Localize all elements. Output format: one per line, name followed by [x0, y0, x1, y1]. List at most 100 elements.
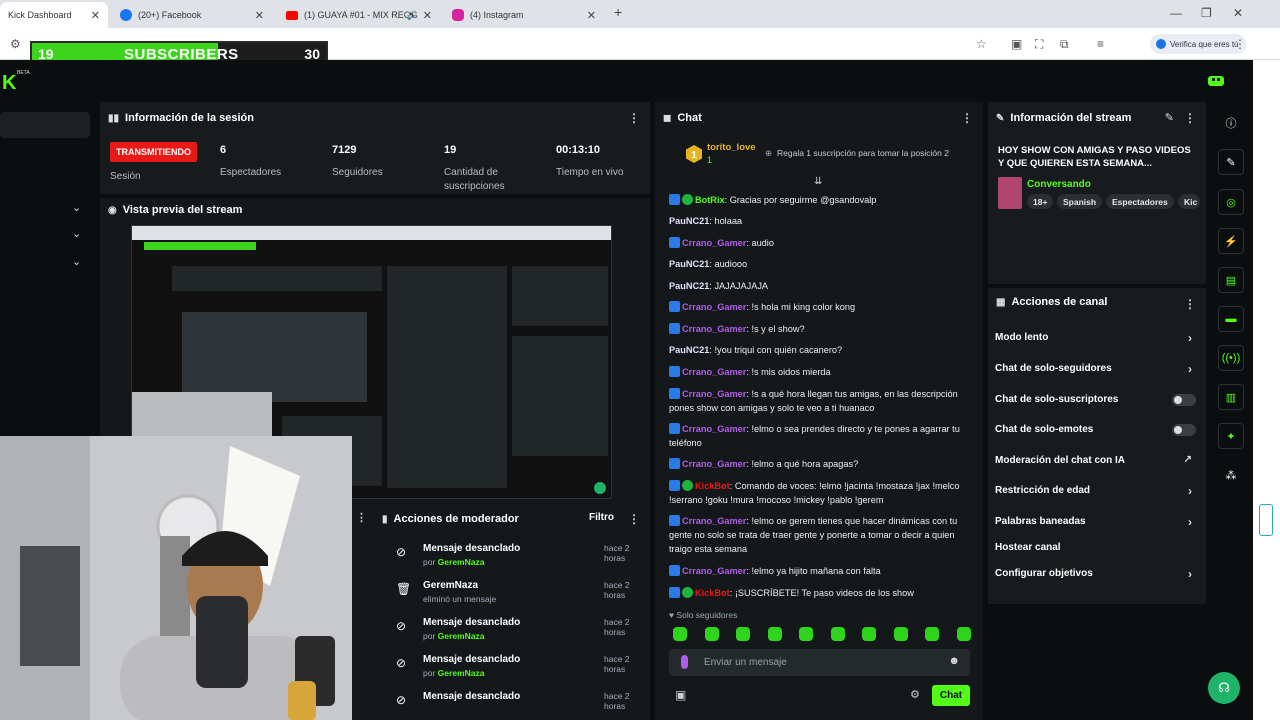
chat-username[interactable]: KickBot	[695, 588, 730, 598]
drag-handle-icon[interactable]: ⋮	[356, 511, 367, 524]
unpin-icon: ⊘	[396, 619, 407, 633]
tab-facebook[interactable]: (20+) Facebook ✕	[112, 2, 272, 28]
side-widget-icon[interactable]	[1259, 504, 1273, 536]
screenshot-icon[interactable]: ⛶	[1035, 37, 1043, 52]
chat-username[interactable]: Crrano_Gamer	[682, 424, 746, 434]
channel-action-item[interactable]: Palabras baneadas ›	[995, 515, 1200, 536]
chat-username[interactable]: Crrano_Gamer	[682, 516, 746, 526]
new-tab-button[interactable]: +	[614, 4, 622, 20]
layout-icon[interactable]: ▥	[1218, 384, 1244, 410]
more-options-icon[interactable]: ⋮	[1184, 297, 1196, 311]
channel-action-item[interactable]: Moderación del chat con IA ↗	[995, 454, 1200, 475]
mod-action-user[interactable]: GeremNaza	[438, 557, 485, 567]
chat-username[interactable]: Crrano_Gamer	[682, 566, 746, 576]
chat-icon[interactable]: ▬	[1218, 306, 1244, 332]
channel-action-item[interactable]: Restricción de edad ›	[995, 484, 1200, 505]
chat-username[interactable]: PauNC21	[669, 259, 709, 269]
category-thumbnail[interactable]	[998, 177, 1022, 209]
more-tools-icon[interactable]: ⁂	[1218, 462, 1244, 488]
emote-icon[interactable]	[893, 627, 908, 641]
chat-username[interactable]: PauNC21	[669, 281, 709, 291]
emoji-icon[interactable]: ☻	[948, 655, 960, 667]
tab-kick-dashboard[interactable]: Kick Dashboard ✕	[0, 2, 108, 28]
emote-icon[interactable]	[767, 627, 782, 641]
channel-action-item[interactable]: Configurar objetivos ›	[995, 567, 1200, 588]
emote-icon[interactable]	[736, 627, 750, 641]
tools-icon[interactable]: ✦	[1218, 423, 1244, 449]
kick-logo[interactable]: K	[2, 72, 16, 95]
nav-item-selected[interactable]	[0, 112, 90, 138]
chevron-down-icon[interactable]: ⌄	[72, 201, 81, 214]
document-icon[interactable]: ▤	[1218, 267, 1244, 293]
speaker-icon[interactable]: 🔊	[407, 10, 418, 21]
top-gifter-name[interactable]: torito_love	[707, 142, 756, 153]
reading-list-icon[interactable]: ≡	[1097, 37, 1104, 51]
microphone-icon[interactable]	[681, 655, 688, 669]
emote-icon[interactable]	[862, 627, 876, 641]
more-options-icon[interactable]: ⋮	[961, 111, 973, 125]
support-chat-button[interactable]: ☊	[1208, 672, 1240, 704]
filter-button[interactable]: Filtro	[589, 512, 614, 523]
more-options-icon[interactable]: ⋮	[628, 512, 640, 526]
chevron-down-icon[interactable]: ⌄	[72, 227, 81, 240]
chat-username[interactable]: Crrano_Gamer	[682, 324, 746, 334]
gift-box-icon[interactable]: ▣	[675, 688, 686, 702]
info-icon[interactable]: ⓘ	[1218, 110, 1244, 136]
chat-settings-icon[interactable]: ⚙	[910, 688, 920, 701]
channel-action-item[interactable]: Chat de solo-seguidores ›	[995, 362, 1200, 383]
chat-username[interactable]: Crrano_Gamer	[682, 389, 746, 399]
chat-username[interactable]: PauNC21	[669, 345, 709, 355]
emote-icon[interactable]	[830, 627, 845, 641]
gift-sub-prompt[interactable]: Regala 1 suscripción para tomar la posic…	[777, 148, 949, 158]
tab-youtube[interactable]: (1) GUAYA #01 - MIX REGG 🔊 ✕	[278, 2, 440, 28]
send-chat-button[interactable]: Chat	[932, 685, 970, 706]
more-options-icon[interactable]: ⋮	[1184, 111, 1196, 125]
edit-pencil-icon[interactable]: ✎	[1218, 149, 1244, 175]
close-tab-icon[interactable]: ✕	[423, 9, 432, 22]
more-options-icon[interactable]: ⋮	[628, 111, 640, 125]
lightning-icon[interactable]: ⚡	[1218, 228, 1244, 254]
close-tab-icon[interactable]: ✕	[91, 9, 100, 22]
close-tab-icon[interactable]: ✕	[587, 9, 596, 22]
toggle-switch[interactable]	[1172, 394, 1196, 406]
emote-icon[interactable]	[673, 627, 687, 641]
tab-label: (4) Instagram	[470, 10, 524, 20]
chat-username[interactable]: Crrano_Gamer	[682, 302, 746, 312]
close-window-icon[interactable]: ✕	[1233, 6, 1243, 20]
channel-action-item[interactable]: Chat de solo-emotes	[995, 424, 1200, 444]
site-settings-icon[interactable]: ⚙	[10, 37, 21, 51]
channel-action-item[interactable]: Chat de solo-suscriptores	[995, 394, 1200, 414]
cast-icon[interactable]: ▣	[1011, 37, 1022, 51]
channel-action-item[interactable]: Hostear canal	[995, 542, 1200, 562]
mod-action-user[interactable]: GeremNaza	[438, 668, 485, 678]
chat-input-field[interactable]: Enviar un mensaje ☻	[669, 649, 970, 676]
pin-collapse-icon[interactable]: ⇊	[814, 176, 822, 187]
chevron-down-icon[interactable]: ⌄	[72, 255, 81, 268]
preview-session-box	[172, 266, 382, 291]
heart-icon: ♥	[669, 610, 675, 620]
channel-action-item[interactable]: Modo lento ›	[995, 331, 1200, 352]
extensions-icon[interactable]: ⧉	[1060, 37, 1069, 52]
chat-username[interactable]: KickBot	[695, 481, 730, 491]
category-link[interactable]: Conversando	[1027, 179, 1091, 190]
edit-icon[interactable]: ✎	[1165, 111, 1174, 124]
emote-icon[interactable]	[956, 627, 971, 641]
close-tab-icon[interactable]: ✕	[255, 9, 264, 22]
camera-icon[interactable]: ◎	[1218, 189, 1244, 215]
chat-username[interactable]: Crrano_Gamer	[682, 367, 746, 377]
broadcast-icon[interactable]: ((•))	[1218, 345, 1244, 371]
chat-username[interactable]: BotRix	[695, 195, 725, 205]
mod-action-user[interactable]: GeremNaza	[438, 631, 485, 641]
emote-icon[interactable]	[704, 627, 719, 641]
restore-icon[interactable]: ❐	[1201, 6, 1212, 20]
tab-instagram[interactable]: (4) Instagram ✕	[444, 2, 604, 28]
browser-menu-icon[interactable]: ⋮	[1234, 37, 1246, 51]
chat-username[interactable]: Crrano_Gamer	[682, 238, 746, 248]
bookmark-star-icon[interactable]: ☆	[976, 37, 987, 51]
minimize-icon[interactable]: —	[1170, 6, 1182, 20]
toggle-switch[interactable]	[1172, 424, 1196, 436]
emote-icon[interactable]	[925, 627, 939, 641]
emote-icon[interactable]	[799, 627, 813, 641]
chat-username[interactable]: PauNC21	[669, 216, 709, 226]
chat-username[interactable]: Crrano_Gamer	[682, 459, 746, 469]
